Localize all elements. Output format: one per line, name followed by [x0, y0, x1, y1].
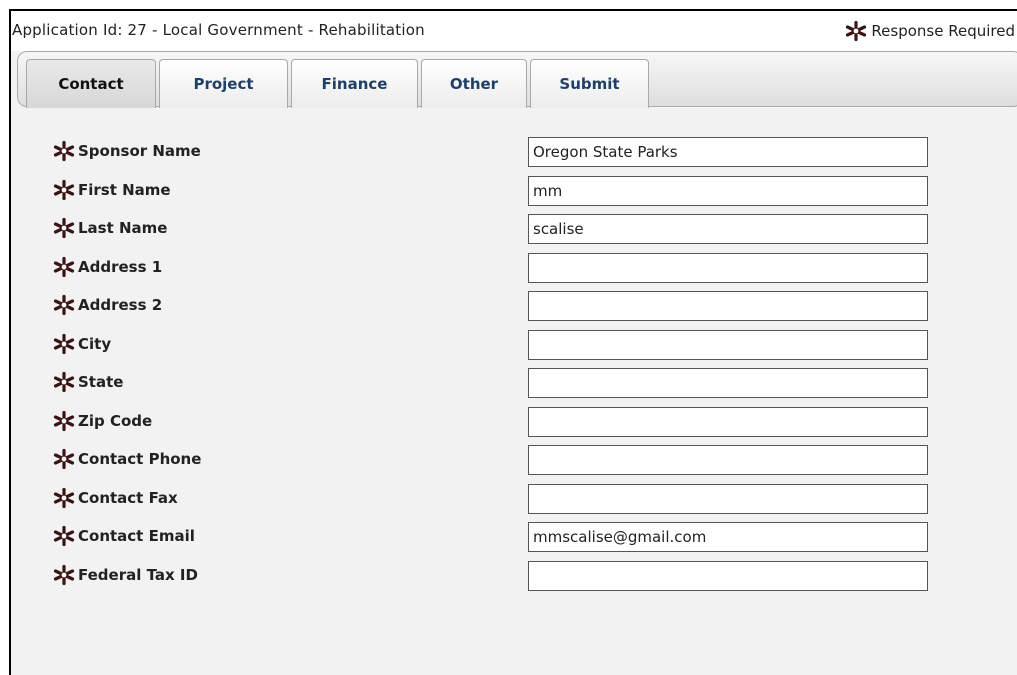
form-row-contact-email: Contact Email	[11, 517, 1017, 555]
zip-code-label: Zip Code	[53, 408, 152, 434]
form-row-address-2: Address 2	[11, 286, 1017, 324]
required-asterisk-icon	[53, 487, 75, 509]
contact-phone-input[interactable]	[528, 445, 928, 475]
contact-email-label: Contact Email	[53, 523, 195, 549]
sponsor-name-label: Sponsor Name	[53, 138, 201, 164]
address-2-input[interactable]	[528, 291, 928, 321]
application-header: Application Id: 27 - Local Government - …	[11, 11, 1017, 51]
contact-email-input[interactable]	[528, 522, 928, 552]
required-asterisk-icon	[845, 20, 867, 42]
first-name-label: First Name	[53, 177, 171, 203]
tab-finance[interactable]: Finance	[291, 59, 418, 108]
required-asterisk-icon	[53, 294, 75, 316]
field-label-text: Contact Phone	[78, 450, 202, 468]
required-asterisk-icon	[53, 179, 75, 201]
field-label-text: Address 2	[78, 296, 163, 314]
form-row-federal-tax-id: Federal Tax ID	[11, 556, 1017, 594]
required-asterisk-icon	[53, 564, 75, 586]
form-row-last-name: Last Name	[11, 209, 1017, 247]
city-input[interactable]	[528, 330, 928, 360]
tab-submit[interactable]: Submit	[530, 59, 649, 108]
form-row-address-1: Address 1	[11, 248, 1017, 286]
required-asterisk-icon	[53, 333, 75, 355]
field-label-text: Sponsor Name	[78, 142, 201, 160]
first-name-input[interactable]	[528, 176, 928, 206]
required-asterisk-icon	[53, 256, 75, 278]
form-row-state: State	[11, 363, 1017, 401]
required-asterisk-icon	[53, 410, 75, 432]
state-label: State	[53, 369, 123, 395]
address-2-label: Address 2	[53, 292, 162, 318]
application-window: Application Id: 27 - Local Government - …	[9, 9, 1017, 675]
field-label-text: State	[78, 373, 124, 391]
form-row-city: City	[11, 325, 1017, 363]
field-label-text: Federal Tax ID	[78, 566, 198, 584]
required-asterisk-icon	[53, 371, 75, 393]
field-label-text: First Name	[78, 181, 171, 199]
state-input[interactable]	[528, 368, 928, 398]
last-name-label: Last Name	[53, 215, 167, 241]
contact-fax-input[interactable]	[528, 484, 928, 514]
field-label-text: Contact Email	[78, 527, 195, 545]
field-label-text: Contact Fax	[78, 489, 178, 507]
sponsor-name-input[interactable]	[528, 137, 928, 167]
contact-fax-label: Contact Fax	[53, 485, 178, 511]
last-name-input[interactable]	[528, 214, 928, 244]
federal-tax-id-label: Federal Tax ID	[53, 562, 198, 588]
contact-phone-label: Contact Phone	[53, 446, 201, 472]
field-label-text: Address 1	[78, 258, 163, 276]
field-label-text: Last Name	[78, 219, 168, 237]
required-asterisk-icon	[53, 525, 75, 547]
required-legend: Response Required	[845, 20, 1015, 42]
tab-other[interactable]: Other	[421, 59, 527, 108]
tab-project[interactable]: Project	[159, 59, 288, 108]
application-title: Application Id: 27 - Local Government - …	[12, 21, 425, 39]
required-legend-label: Response Required	[871, 22, 1015, 40]
required-asterisk-icon	[53, 217, 75, 239]
form-row-contact-fax: Contact Fax	[11, 479, 1017, 517]
field-label-text: City	[78, 335, 112, 353]
address-1-label: Address 1	[53, 254, 162, 280]
address-1-input[interactable]	[528, 253, 928, 283]
city-label: City	[53, 331, 111, 357]
tab-bar: Contact Project Finance Other Submit	[17, 51, 1017, 108]
tab-contact[interactable]: Contact	[26, 59, 156, 108]
required-asterisk-icon	[53, 448, 75, 470]
form-row-sponsor-name: Sponsor Name	[11, 132, 1017, 170]
form-row-first-name: First Name	[11, 171, 1017, 209]
federal-tax-id-input[interactable]	[528, 561, 928, 591]
required-asterisk-icon	[53, 140, 75, 162]
form-row-contact-phone: Contact Phone	[11, 440, 1017, 478]
form-row-zip-code: Zip Code	[11, 402, 1017, 440]
field-label-text: Zip Code	[78, 412, 153, 430]
zip-code-input[interactable]	[528, 407, 928, 437]
contact-form: Sponsor Name First Name Last Name Address 1…	[11, 107, 1017, 675]
